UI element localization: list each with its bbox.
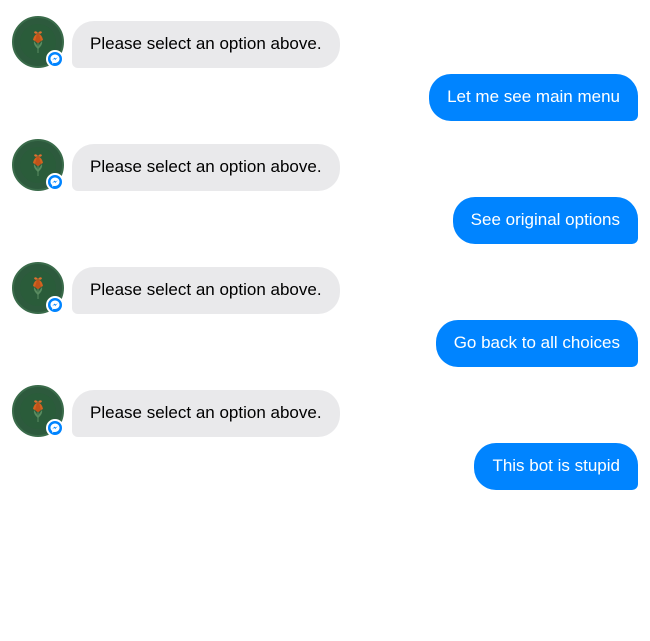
bot-message-text-4: Please select an option above. (90, 403, 322, 422)
messenger-badge-4 (46, 419, 64, 437)
messenger-badge-2 (46, 173, 64, 191)
bot-message-text: Please select an option above. (90, 34, 322, 53)
message-row-bot2: Please select an option above. (12, 139, 638, 191)
bot-message-text-3: Please select an option above. (90, 280, 322, 299)
user-message-text-4: This bot is stupid (492, 456, 620, 475)
bot-message-bubble-3: Please select an option above. (72, 267, 340, 314)
bot-avatar-2 (12, 139, 64, 191)
bot-message-bubble: Please select an option above. (72, 21, 340, 68)
user-message-bubble: Let me see main menu (429, 74, 638, 121)
message-row-bot4: Please select an option above. (12, 385, 638, 437)
message-row-user2: See original options (12, 197, 638, 244)
user-message-text: Let me see main menu (447, 87, 620, 106)
bot-message-bubble-4: Please select an option above. (72, 390, 340, 437)
bot-message-text-2: Please select an option above. (90, 157, 322, 176)
messenger-badge (46, 50, 64, 68)
message-row-bot3: Please select an option above. (12, 262, 638, 314)
user-message-bubble-2: See original options (453, 197, 638, 244)
bot-avatar (12, 16, 64, 68)
message-row-user1: Let me see main menu (12, 74, 638, 121)
bot-avatar-3 (12, 262, 64, 314)
user-message-text-2: See original options (471, 210, 620, 229)
user-message-bubble-3: Go back to all choices (436, 320, 638, 367)
user-message-bubble-4: This bot is stupid (474, 443, 638, 490)
bot-avatar-4 (12, 385, 64, 437)
message-row-user3: Go back to all choices (12, 320, 638, 367)
messenger-badge-3 (46, 296, 64, 314)
user-message-text-3: Go back to all choices (454, 333, 620, 352)
message-row-bot1: Please select an option above. (12, 16, 638, 68)
message-row-user4: This bot is stupid (12, 443, 638, 490)
bot-message-bubble-2: Please select an option above. (72, 144, 340, 191)
